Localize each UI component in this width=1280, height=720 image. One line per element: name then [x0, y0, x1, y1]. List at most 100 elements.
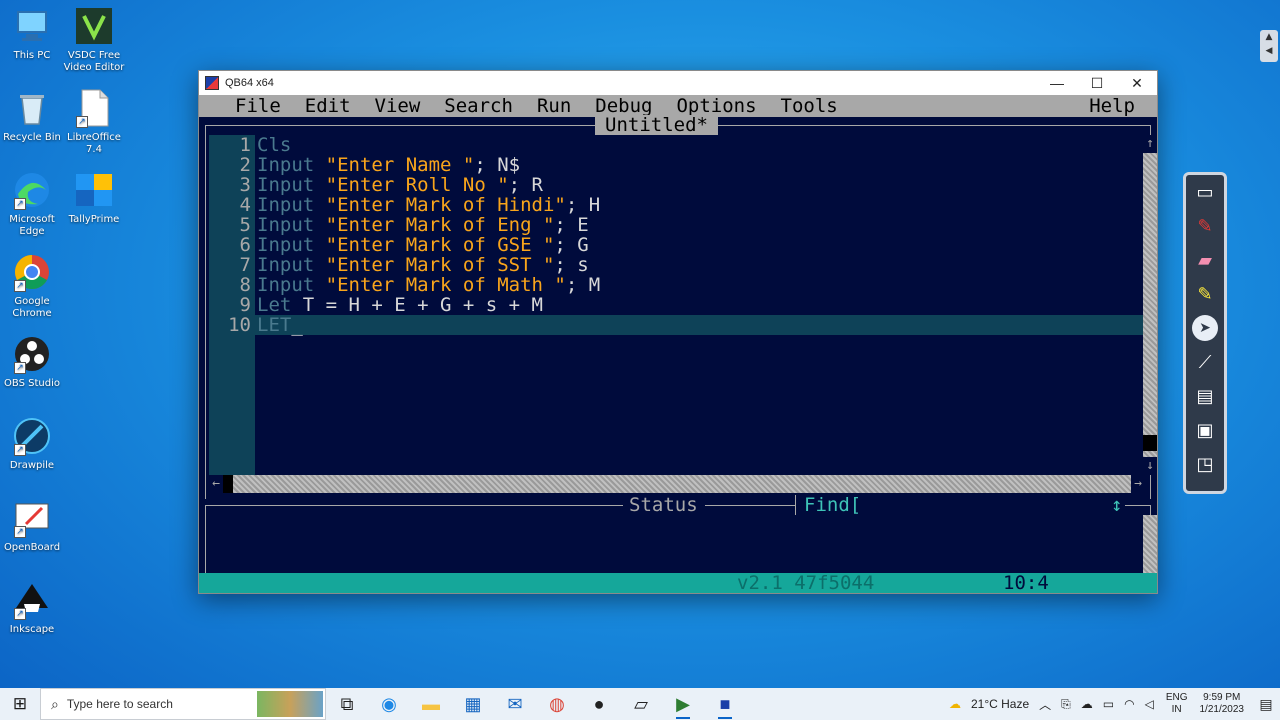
desktop-icon-vsdc[interactable]: VSDC Free Video Editor [62, 6, 126, 74]
taskbar-search-box[interactable]: ⌕ Type here to search [40, 688, 326, 720]
desktop-icon-obs[interactable]: ↗ OBS Studio [0, 334, 64, 390]
windows-start-icon[interactable]: ⊞ [0, 688, 40, 720]
code-line[interactable]: 8 Input "Enter Mark of Math "; M [209, 275, 1145, 295]
desktop-icon-openboard[interactable]: ↗ OpenBoard [0, 498, 64, 554]
code-line[interactable]: 5 Input "Enter Mark of Eng "; E [209, 215, 1145, 235]
menu-search[interactable]: Search [444, 95, 513, 117]
menu-file[interactable]: File [235, 95, 281, 117]
line-number: 2 [239, 154, 251, 176]
menu-help[interactable]: Help [1089, 95, 1135, 117]
weather-text[interactable]: 21°C Haze [971, 697, 1029, 711]
editor-vertical-scrollbar[interactable]: ↑ ↓ [1143, 135, 1157, 475]
desktop-icon-inkscape[interactable]: ↗ Inkscape [0, 580, 64, 636]
task-view-icon[interactable]: ⧉ [326, 688, 368, 720]
code-line[interactable]: 3 Input "Enter Roll No "; R [209, 175, 1145, 195]
line-number: 4 [239, 194, 251, 216]
desktop-icon-chrome[interactable]: ↗ Google Chrome [0, 252, 64, 320]
keyword: LET [257, 314, 292, 336]
menu-edit[interactable]: Edit [305, 95, 351, 117]
scroll-thumb[interactable] [1143, 435, 1157, 451]
language-indicator[interactable]: ENG IN [1166, 692, 1188, 716]
eraser-icon[interactable]: ▰ [1186, 243, 1224, 277]
editor-horizontal-scrollbar[interactable]: ← → [209, 475, 1145, 493]
desktop-icon-drawpile[interactable]: ↗ Drawpile [0, 416, 64, 472]
status-divider [1125, 505, 1151, 506]
desktop-icon-label: Inkscape [9, 624, 55, 635]
shortcut-arrow-icon: ↗ [14, 280, 26, 292]
file-explorer-icon[interactable]: ▬ [410, 688, 452, 720]
taskbar: ⊞ ⌕ Type here to search ⧉ ◉ ▬ ▦ ✉ ◍ ● ▱ … [0, 688, 1280, 720]
weather-icon[interactable]: ☁ [949, 697, 961, 711]
shortcut-arrow-icon: ↗ [76, 116, 88, 128]
onedrive-icon[interactable]: ☁ [1081, 697, 1093, 711]
code-text: T = H + E + G + s + M [302, 294, 543, 316]
openboard-taskbar-icon[interactable]: ▱ [620, 688, 662, 720]
scroll-left-arrow-icon[interactable]: ← [209, 475, 223, 493]
side-panel-tab[interactable]: ▲ ◀ [1260, 30, 1278, 62]
keyword: Input [257, 154, 326, 176]
notification-icon[interactable]: ▤ [1252, 696, 1280, 713]
string-literal: "Enter Mark of GSE " [325, 234, 555, 256]
code-line[interactable]: 6 Input "Enter Mark of GSE "; G [209, 235, 1145, 255]
desktop-icon-label: This PC [13, 50, 51, 61]
desktop-icon-label: VSDC Free Video Editor [63, 50, 125, 73]
obs-taskbar-icon[interactable]: ● [578, 688, 620, 720]
close-button[interactable]: ✕ [1117, 71, 1157, 95]
code-line[interactable]: 1 Cls [209, 135, 1145, 155]
scroll-thumb[interactable] [223, 475, 233, 493]
menu-run[interactable]: Run [537, 95, 571, 117]
code-text: ; R [508, 174, 543, 196]
code-text: ; G [554, 234, 589, 256]
battery-icon[interactable]: ▭ [1103, 697, 1114, 711]
desktop-icon-tallyprime[interactable]: TallyPrime [62, 170, 126, 226]
chrome-taskbar-icon[interactable]: ◍ [536, 688, 578, 720]
line-number: 10 [228, 314, 251, 336]
edge-taskbar-icon[interactable]: ◉ [368, 688, 410, 720]
laser-pointer-icon[interactable]: ⟋ [1186, 345, 1224, 379]
maximize-button[interactable]: ☐ [1077, 71, 1117, 95]
code-line[interactable]: 7 Input "Enter Mark of SST "; s [209, 255, 1145, 275]
keyboard-icon[interactable]: ▤ [1186, 379, 1224, 413]
whiteboard-icon[interactable]: ▭ [1186, 175, 1224, 209]
menu-tools[interactable]: Tools [781, 95, 838, 117]
vsdc-taskbar-icon[interactable]: ▶ [662, 688, 704, 720]
screen-mode-icon[interactable]: ◳ [1186, 447, 1224, 481]
network-drive-icon[interactable]: ⎘ [1061, 697, 1071, 712]
qb64-window: QB64 x64 — ☐ ✕ File Edit View Search Run… [198, 70, 1158, 594]
resize-arrow-icon[interactable]: ↕ [1111, 495, 1122, 515]
screen-capture-icon[interactable]: ▣ [1186, 413, 1224, 447]
minimize-button[interactable]: — [1037, 71, 1077, 95]
code-editor[interactable]: 1 Cls 2 Input "Enter Name "; N$ 3 Input … [209, 135, 1145, 335]
clock-date: 1/21/2023 [1199, 704, 1245, 715]
code-line[interactable]: 2 Input "Enter Name "; N$ [209, 155, 1145, 175]
mail-icon[interactable]: ✉ [494, 688, 536, 720]
code-line-current[interactable]: 10 LET_ [209, 315, 1145, 335]
desktop-icon-edge[interactable]: ↗ Microsoft Edge [0, 170, 64, 238]
pen-icon[interactable]: ✎ [1186, 209, 1224, 243]
highlighter-icon[interactable]: ✎ [1186, 277, 1224, 311]
language-region: IN [1171, 704, 1182, 715]
tallyprime-icon [74, 170, 114, 210]
wifi-icon[interactable]: ◠ [1124, 697, 1134, 711]
qb64-taskbar-icon[interactable]: ■ [704, 688, 746, 720]
desktop-icon-libreoffice[interactable]: ↗ LibreOffice 7.4 [62, 88, 126, 156]
line-number: 3 [239, 174, 251, 196]
clock[interactable]: 9:59 PM 1/21/2023 [1200, 692, 1245, 716]
window-titlebar[interactable]: QB64 x64 — ☐ ✕ [199, 71, 1157, 95]
tray-overflow-chevron-icon[interactable]: ︿ [1039, 696, 1051, 713]
keyword: Input [257, 174, 326, 196]
desktop-icon-this-pc[interactable]: This PC [0, 6, 64, 62]
scroll-right-arrow-icon[interactable]: → [1131, 475, 1145, 493]
annotation-toolbar: ▭ ✎ ▰ ✎ ➤ ⟋ ▤ ▣ ◳ [1183, 172, 1227, 494]
scroll-down-arrow-icon[interactable]: ↓ [1143, 457, 1157, 475]
code-line[interactable]: 9 Let T = H + E + G + s + M [209, 295, 1145, 315]
scroll-up-arrow-icon[interactable]: ↑ [1143, 135, 1157, 153]
menu-view[interactable]: View [375, 95, 421, 117]
pointer-icon[interactable]: ➤ [1186, 311, 1224, 345]
find-field[interactable]: Find[ [795, 495, 862, 515]
microsoft-store-icon[interactable]: ▦ [452, 688, 494, 720]
desktop-icon-recycle-bin[interactable]: Recycle Bin [0, 88, 64, 144]
code-line[interactable]: 4 Input "Enter Mark of Hindi"; H [209, 195, 1145, 215]
volume-icon[interactable]: ◁ [1145, 697, 1154, 711]
status-vertical-scrollbar[interactable] [1143, 515, 1157, 575]
